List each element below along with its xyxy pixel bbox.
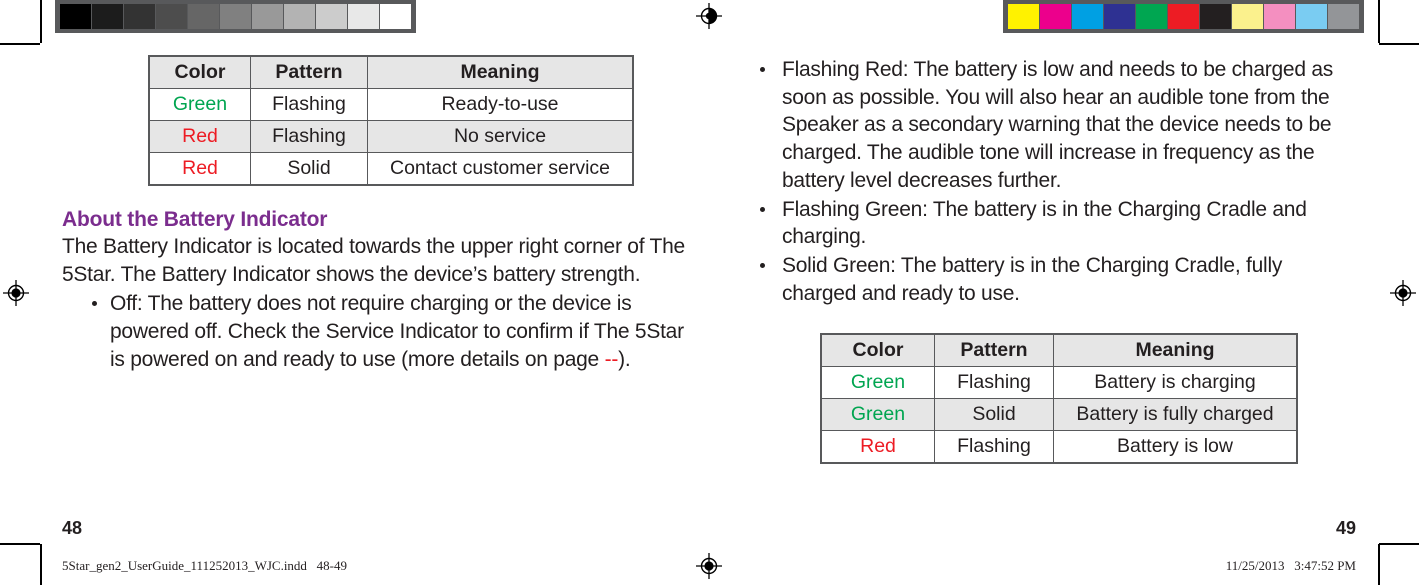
crop-mark-top-left-horizontal [0,43,40,45]
crop-mark-bottom-right-vertical [1378,544,1380,585]
grayscale-calibration-strip [55,0,416,33]
calibration-patch-6 [1200,4,1231,29]
cell-pattern: Flashing [934,366,1054,400]
column-header-meaning: Meaning [1053,333,1298,368]
page-number-right: 49 [1335,518,1356,538]
calibration-patch-6 [252,4,283,29]
calibration-patch-7 [1232,4,1263,29]
cell-color: Green [820,366,935,400]
cell-meaning: Ready-to-use [367,87,634,121]
column-header-color: Color [148,55,251,89]
color-calibration-strip [1003,0,1364,33]
calibration-patch-9 [1296,4,1327,29]
cell-pattern: Flashing [934,430,1054,464]
cell-color: Red [148,151,251,186]
calibration-patch-2 [1072,4,1103,29]
calibration-patch-8 [1264,4,1295,29]
cell-pattern: Solid [934,398,1054,432]
calibration-patch-10 [380,4,411,29]
cell-color: Red [148,119,251,153]
calibration-patch-8 [316,4,347,29]
imprint-filename: 5Star_gen2_UserGuide_111252013_WJC.indd … [62,558,348,573]
crop-mark-bottom-right-horizontal [1379,543,1419,545]
registration-mark-top-center [696,3,722,29]
left-bullet-list: Off: The battery does not require chargi… [86,290,702,373]
cell-meaning: Contact customer service [367,151,634,186]
battery-indicator-table: Color Pattern Meaning Green Flashing Batte… [820,333,1298,465]
table-header-row: Color Pattern Meaning [148,55,634,89]
calibration-patch-4 [188,4,219,29]
bullet-dot-icon [92,301,97,307]
intro-paragraph: The Battery Indicator is located towards… [62,234,685,286]
cell-color: Green [148,87,251,121]
table-header-row: Color Pattern Meaning [820,333,1298,368]
calibration-patch-9 [348,4,379,29]
calibration-patch-4 [1136,4,1167,29]
table-row: Red Flashing No service [148,119,634,153]
page-number-left: 48 [62,518,83,538]
bullet-dot-icon [760,262,765,268]
column-header-pattern: Pattern [934,333,1054,368]
calibration-patch-3 [156,4,187,29]
column-header-pattern: Pattern [250,55,368,89]
cell-pattern: Solid [250,151,368,186]
calibration-patch-0 [60,4,91,29]
cell-pattern: Flashing [250,87,368,121]
column-header-color: Color [820,333,935,368]
crop-mark-bottom-left-horizontal [0,543,40,545]
crop-mark-top-right-horizontal [1379,43,1419,45]
list-item: Solid Green: The battery is in the Charg… [752,252,1352,307]
imprint-timestamp: 11/25/2013 3:47:52 PM [1225,558,1356,573]
table-row: Red Solid Contact customer service [148,151,634,186]
cell-meaning: Battery is low [1053,430,1298,464]
left-page-content: Color Pattern Meaning Green Flashing Ready… [62,55,702,373]
calibration-patch-0 [1008,4,1039,29]
crop-mark-top-left-vertical [40,0,42,43]
cell-color: Red [820,430,935,464]
calibration-patch-3 [1104,4,1135,29]
cell-pattern: Flashing [250,119,368,153]
page-cross-reference: -- [604,347,619,371]
registration-mark-bottom-center [696,553,722,579]
registration-mark-left-middle [3,280,29,306]
cell-color: Green [820,398,935,432]
calibration-patch-5 [1168,4,1199,29]
registration-mark-right-middle [1390,280,1416,306]
cell-meaning: Battery is charging [1053,366,1298,400]
right-bullet-list: Flashing Red: The battery is low and nee… [752,56,1352,307]
cell-meaning: No service [367,119,634,153]
calibration-patch-1 [92,4,123,29]
table-row: Green Flashing Battery is charging [820,366,1298,400]
list-item: Off: The battery does not require chargi… [86,290,702,373]
bullet-dot-icon [760,206,765,212]
page-heading-battery-indicator: About the Battery Indicator [62,207,328,231]
calibration-patch-10 [1328,4,1359,29]
calibration-patch-2 [124,4,155,29]
list-item: Flashing Green: The battery is in the Ch… [752,196,1352,251]
right-page-content: Flashing Red: The battery is low and nee… [752,55,1352,465]
bullet-dot-icon [760,66,765,72]
table-row: Red Flashing Battery is low [820,430,1298,464]
service-indicator-table: Color Pattern Meaning Green Flashing Ready… [148,55,634,186]
crop-mark-top-right-vertical [1378,0,1380,43]
table-row: Green Flashing Ready-to-use [148,87,634,121]
column-header-meaning: Meaning [367,55,634,89]
table-row: Green Solid Battery is fully charged [820,398,1298,432]
cell-meaning: Battery is fully charged [1053,398,1298,432]
list-item: Flashing Red: The battery is low and nee… [752,56,1352,195]
calibration-patch-7 [284,4,315,29]
calibration-patch-5 [220,4,251,29]
crop-mark-bottom-left-vertical [40,544,42,585]
calibration-patch-1 [1040,4,1071,29]
proof-page: Color Pattern Meaning Green Flashing Ready… [0,0,1419,585]
